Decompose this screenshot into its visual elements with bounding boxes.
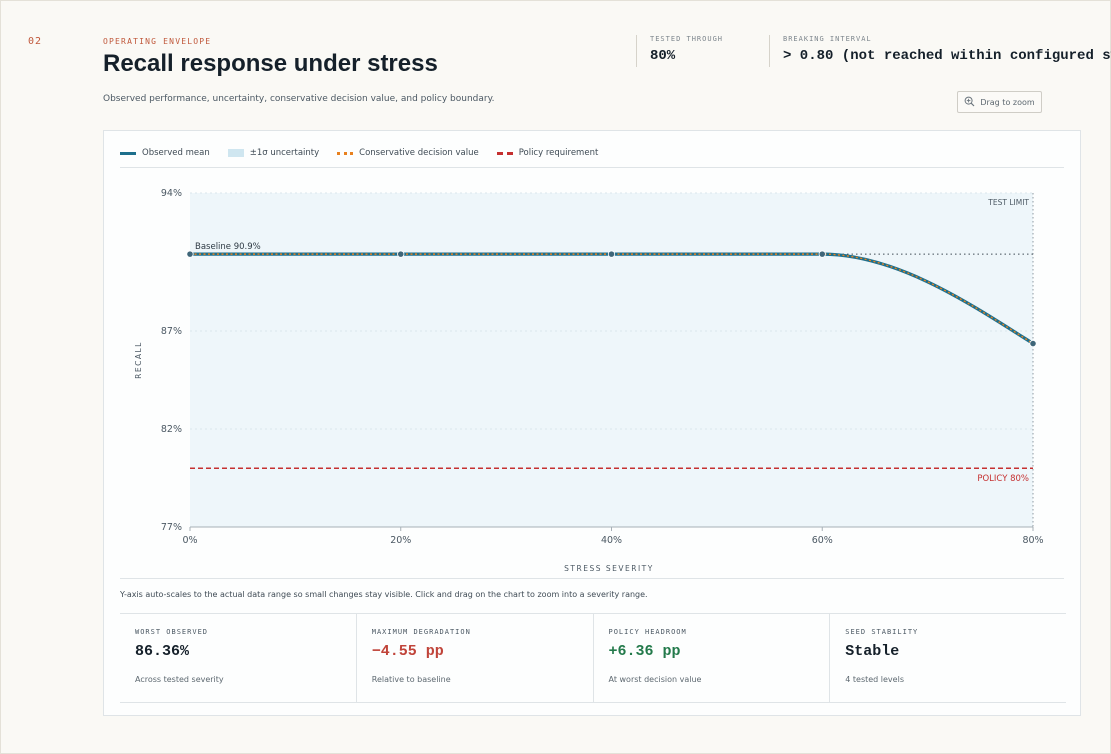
drag-to-zoom-button[interactable]: Drag to zoom [957, 91, 1042, 113]
metric-caption: Across tested severity [135, 675, 224, 684]
page-subtitle: Observed performance, uncertainty, conse… [103, 94, 495, 104]
zoom-icon [964, 96, 975, 109]
metric-worst-observed: WORST OBSERVED 86.36% Across tested seve… [120, 614, 357, 702]
x-tick-label: 20% [390, 535, 411, 546]
metric-caption: 4 tested levels [845, 675, 904, 684]
metric-label: SEED STABILITY [845, 628, 919, 636]
x-axis-title: STRESS SEVERITY [564, 564, 654, 573]
metrics-row: WORST OBSERVED 86.36% Across tested seve… [120, 613, 1066, 703]
y-tick-label: 82% [161, 424, 182, 435]
legend-swatch-uncertainty [227, 149, 244, 157]
section-number: 02 [28, 36, 43, 47]
policy-label: POLICY 80% [977, 474, 1029, 484]
metric-policy-headroom: POLICY HEADROOM +6.36 pp At worst decisi… [594, 614, 831, 702]
uncertainty-band [190, 193, 1033, 527]
x-tick-label: 80% [1022, 535, 1043, 546]
y-tick-label: 94% [161, 188, 182, 199]
legend-swatch-conservative [337, 151, 354, 155]
legend-label-conservative: Conservative decision value [359, 148, 479, 158]
data-point [186, 250, 194, 258]
x-tick-label: 40% [601, 535, 622, 546]
metric-value: −4.55 pp [371, 643, 444, 660]
legend-label-observed: Observed mean [142, 148, 210, 158]
legend-item-uncertainty[interactable]: ±1σ uncertainty [227, 148, 320, 158]
x-tick-label: 0% [182, 535, 197, 546]
metric-caption: Relative to baseline [371, 675, 451, 684]
page-title: Recall response under stress [103, 50, 438, 77]
metric-value: +6.36 pp [608, 643, 681, 660]
legend-divider [120, 167, 1064, 168]
stat-value: 80% [650, 48, 676, 64]
test-limit-label: TEST LIMIT [987, 198, 1029, 207]
metric-label: MAXIMUM DEGRADATION [371, 628, 471, 636]
chart-note: Y-axis auto-scales to the actual data ra… [120, 590, 648, 599]
data-point [607, 250, 616, 258]
drag-to-zoom-label: Drag to zoom [980, 97, 1035, 107]
metric-value: 86.36% [135, 643, 190, 660]
metric-seed-stability: SEED STABILITY Stable 4 tested levels [830, 614, 1066, 702]
legend-item-observed[interactable]: Observed mean [120, 148, 210, 158]
metric-caption: At worst decision value [608, 675, 702, 684]
legend-item-policy[interactable]: Policy requirement [496, 148, 599, 158]
stat-breaking-interval: BREAKING INTERVAL > 0.80 (not reached wi… [769, 35, 1111, 67]
stat-label: TESTED THROUGH [650, 35, 724, 43]
legend-label-policy: Policy requirement [518, 148, 599, 158]
section-eyebrow: OPERATING ENVELOPE [103, 37, 212, 46]
legend-swatch-policy [496, 151, 513, 155]
x-tick-label: 60% [812, 535, 833, 546]
baseline-label: Baseline 90.9% [195, 242, 261, 252]
legend-item-conservative[interactable]: Conservative decision value [337, 148, 479, 158]
stat-tested-through: TESTED THROUGH 80% [636, 35, 723, 67]
y-tick-label: 77% [161, 522, 182, 533]
stat-label: BREAKING INTERVAL [783, 35, 872, 43]
note-divider [120, 578, 1064, 579]
chart-card: Observed mean ±1σ uncertainty Conservati… [103, 130, 1081, 716]
data-point [1029, 339, 1037, 348]
chart-legend: Observed mean ±1σ uncertainty Conservati… [120, 145, 598, 161]
metric-value: Stable [845, 643, 900, 660]
metric-label: POLICY HEADROOM [608, 628, 687, 636]
stat-value: > 0.80 (not reached within configured sw… [783, 48, 1111, 64]
recall-stress-chart[interactable]: 77% 82% 87% 94% 0% 20% 40% 60% 80% STRESS SEVERIT… [104, 171, 1080, 575]
metric-maximum-degradation: MAXIMUM DEGRADATION −4.55 pp Relative to… [357, 614, 594, 702]
legend-label-uncertainty: ±1σ uncertainty [249, 148, 320, 158]
legend-swatch-observed [120, 151, 136, 155]
data-point [397, 250, 405, 258]
y-axis-title: RECALL [134, 341, 143, 379]
y-tick-label: 87% [161, 326, 182, 337]
data-point [818, 250, 826, 258]
metric-label: WORST OBSERVED [135, 628, 209, 636]
